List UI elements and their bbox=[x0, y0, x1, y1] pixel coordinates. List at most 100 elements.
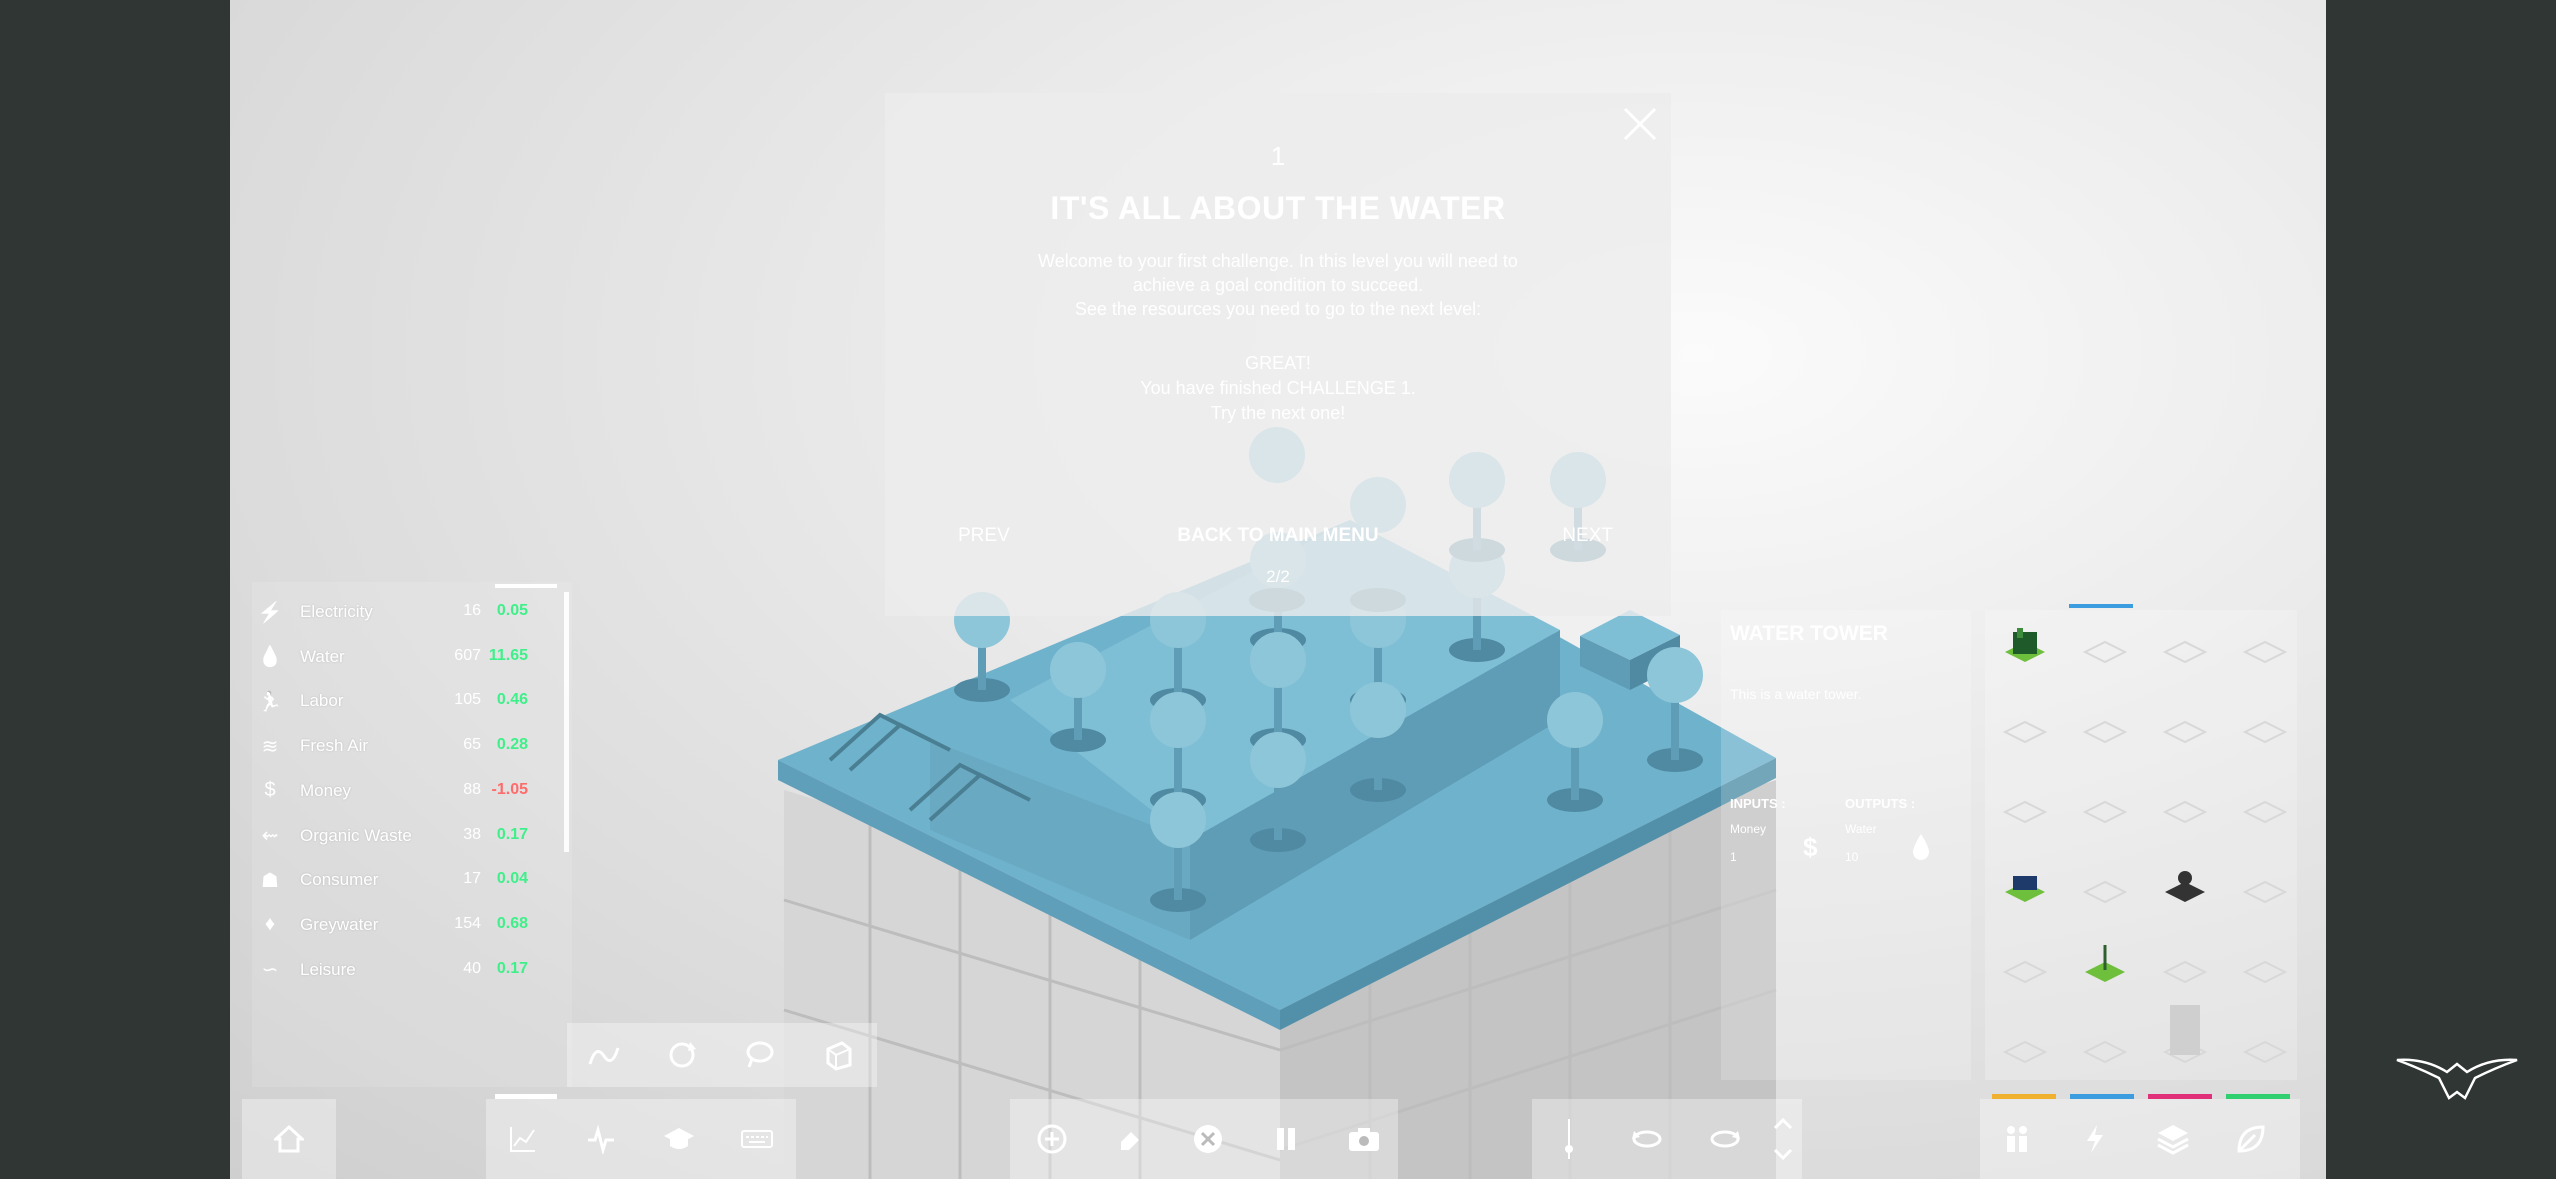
rotate-right-button[interactable] bbox=[1700, 1114, 1750, 1164]
lasso-tool-button[interactable] bbox=[735, 1030, 785, 1080]
curve-tool-button[interactable] bbox=[579, 1030, 629, 1080]
game-viewport[interactable]: ⚡ Electricity 16 0.05 💧 Water 607 11.65 🏃 Labor 10… bbox=[230, 0, 2326, 1179]
completion-line: GREAT! bbox=[1245, 353, 1311, 373]
resource-name: Greywater bbox=[300, 914, 379, 934]
wind-icon: ≋ bbox=[261, 735, 279, 758]
home-group bbox=[242, 1099, 336, 1179]
graph-icon bbox=[510, 1127, 535, 1152]
learn-button[interactable] bbox=[654, 1114, 704, 1164]
playback-group bbox=[1010, 1099, 1398, 1179]
erase-button[interactable] bbox=[1105, 1114, 1155, 1164]
building-info-panel: WATER TOWER This is a water tower. INPUT… bbox=[1721, 610, 1971, 1080]
eraser-icon bbox=[1121, 1132, 1139, 1150]
cancel-button[interactable] bbox=[1183, 1114, 1233, 1164]
completion-message: GREAT! You have finished CHALLENGE 1. Tr… bbox=[885, 351, 1671, 426]
keyboard-button[interactable] bbox=[732, 1114, 782, 1164]
catalog-tab-indicator bbox=[2069, 604, 2133, 608]
lightning-icon: ⚡ bbox=[257, 601, 283, 624]
keyboard-icon bbox=[741, 1130, 773, 1148]
resource-row-consumer[interactable]: ☗ Consumer 17 0.04 bbox=[258, 866, 576, 896]
resource-rate: 0.28 bbox=[496, 736, 528, 754]
rotate-tool-button[interactable] bbox=[657, 1030, 707, 1080]
resource-row-electricity[interactable]: ⚡ Electricity 16 0.05 bbox=[258, 598, 576, 628]
resource-row-greywater[interactable]: ♦ Greywater 154 0.68 bbox=[258, 911, 576, 941]
level-down-button[interactable] bbox=[1758, 1129, 1808, 1179]
challenge-number: 1 bbox=[1270, 141, 1286, 171]
resource-rate: 0.05 bbox=[496, 602, 528, 619]
resource-rate: 11.65 bbox=[488, 646, 528, 664]
input-value: 1 bbox=[1730, 850, 1737, 864]
leaf-icon bbox=[2237, 1125, 2265, 1153]
resource-name: Organic Waste bbox=[300, 825, 412, 845]
layers-category-button[interactable] bbox=[2148, 1114, 2198, 1164]
cube-tool-button[interactable] bbox=[813, 1030, 863, 1080]
dollar-icon: $ bbox=[1803, 832, 1818, 862]
greywater-icon: ♦ bbox=[264, 913, 276, 936]
prev-button[interactable]: PREV bbox=[958, 525, 1010, 547]
inputs-label: INPUTS : bbox=[1730, 796, 1786, 811]
layers-icon bbox=[2157, 1125, 2189, 1155]
resource-panel-tab[interactable] bbox=[495, 584, 557, 588]
challenge-description: Welcome to your first challenge. In this… bbox=[885, 249, 1671, 321]
building-title: WATER TOWER bbox=[1730, 622, 1888, 645]
close-icon[interactable] bbox=[1621, 105, 1659, 143]
rotate-right-icon bbox=[1710, 1130, 1740, 1148]
completion-line: Try the next one! bbox=[1210, 403, 1346, 423]
energy-category-button[interactable] bbox=[2070, 1114, 2120, 1164]
close-circle-icon bbox=[1194, 1125, 1222, 1153]
cube-icon bbox=[826, 1041, 852, 1071]
resource-row-fresh-air[interactable]: ≋ Fresh Air 65 0.28 bbox=[258, 732, 576, 762]
consumer-icon: ☗ bbox=[261, 869, 279, 892]
rotate-left-icon bbox=[1632, 1130, 1662, 1148]
graph-button[interactable] bbox=[498, 1114, 548, 1164]
graduation-cap-icon bbox=[664, 1128, 694, 1149]
resource-row-organic-waste[interactable]: ⇜ Organic Waste 38 0.17 bbox=[258, 822, 576, 852]
resource-rate: 0.17 bbox=[496, 959, 528, 977]
resource-rate: 0.04 bbox=[496, 870, 528, 888]
pause-button[interactable] bbox=[1261, 1114, 1311, 1164]
view-tools bbox=[567, 1023, 877, 1087]
chevron-down-icon bbox=[1773, 1148, 1793, 1161]
resource-name: Water bbox=[300, 646, 345, 666]
pulse-icon bbox=[588, 1124, 614, 1154]
resource-name: Electricity bbox=[300, 602, 373, 621]
category-group bbox=[1980, 1099, 2300, 1179]
resource-name: Fresh Air bbox=[300, 736, 369, 756]
camera-group bbox=[1532, 1099, 1802, 1179]
camera-button[interactable] bbox=[1339, 1114, 1389, 1164]
output-name: Water bbox=[1845, 822, 1877, 836]
brand-logo bbox=[2396, 1058, 2518, 1100]
resource-name: Consumer bbox=[300, 870, 379, 890]
nature-category-button[interactable] bbox=[2226, 1114, 2276, 1164]
input-name: Money bbox=[1730, 822, 1767, 836]
rotate-left-button[interactable] bbox=[1622, 1114, 1672, 1164]
home-button[interactable] bbox=[264, 1114, 314, 1164]
pulse-button[interactable] bbox=[576, 1114, 626, 1164]
people-icon bbox=[2007, 1126, 2027, 1152]
leisure-icon: ∽ bbox=[261, 959, 279, 982]
description-line: Welcome to your first challenge. In this… bbox=[1038, 251, 1518, 271]
catalog-grid bbox=[2002, 628, 2288, 1064]
resource-name: Leisure bbox=[300, 959, 356, 979]
people-category-button[interactable] bbox=[1992, 1114, 2042, 1164]
stats-group bbox=[486, 1099, 796, 1179]
outputs-label: OUTPUTS : bbox=[1845, 796, 1916, 811]
resource-scrollbar[interactable] bbox=[564, 592, 569, 852]
pause-icon bbox=[1277, 1128, 1295, 1150]
resource-row-leisure[interactable]: ∽ Leisure 40 0.17 bbox=[258, 956, 576, 986]
water-drop-icon bbox=[1913, 834, 1929, 860]
resource-name: Money bbox=[300, 780, 352, 800]
building-tile-selected bbox=[2005, 628, 2045, 662]
back-to-main-menu-button[interactable]: BACK TO MAIN MENU bbox=[1128, 525, 1428, 547]
completion-line: You have finished CHALLENGE 1. bbox=[1140, 378, 1416, 398]
resource-rate: 0.17 bbox=[496, 825, 528, 843]
resource-row-labor[interactable]: 🏃 Labor 105 0.46 bbox=[258, 687, 576, 717]
height-slider[interactable] bbox=[1544, 1114, 1594, 1164]
add-button[interactable] bbox=[1027, 1114, 1077, 1164]
resource-rate: 0.46 bbox=[496, 691, 528, 709]
resource-row-water[interactable]: 💧 Water 607 11.65 bbox=[258, 643, 576, 673]
next-button[interactable]: NEXT bbox=[1562, 525, 1613, 547]
water-drop-icon: 💧 bbox=[257, 646, 283, 669]
resource-rate: 0.68 bbox=[496, 914, 528, 932]
resource-row-money[interactable]: $ Money 88 -1.05 bbox=[258, 777, 576, 807]
